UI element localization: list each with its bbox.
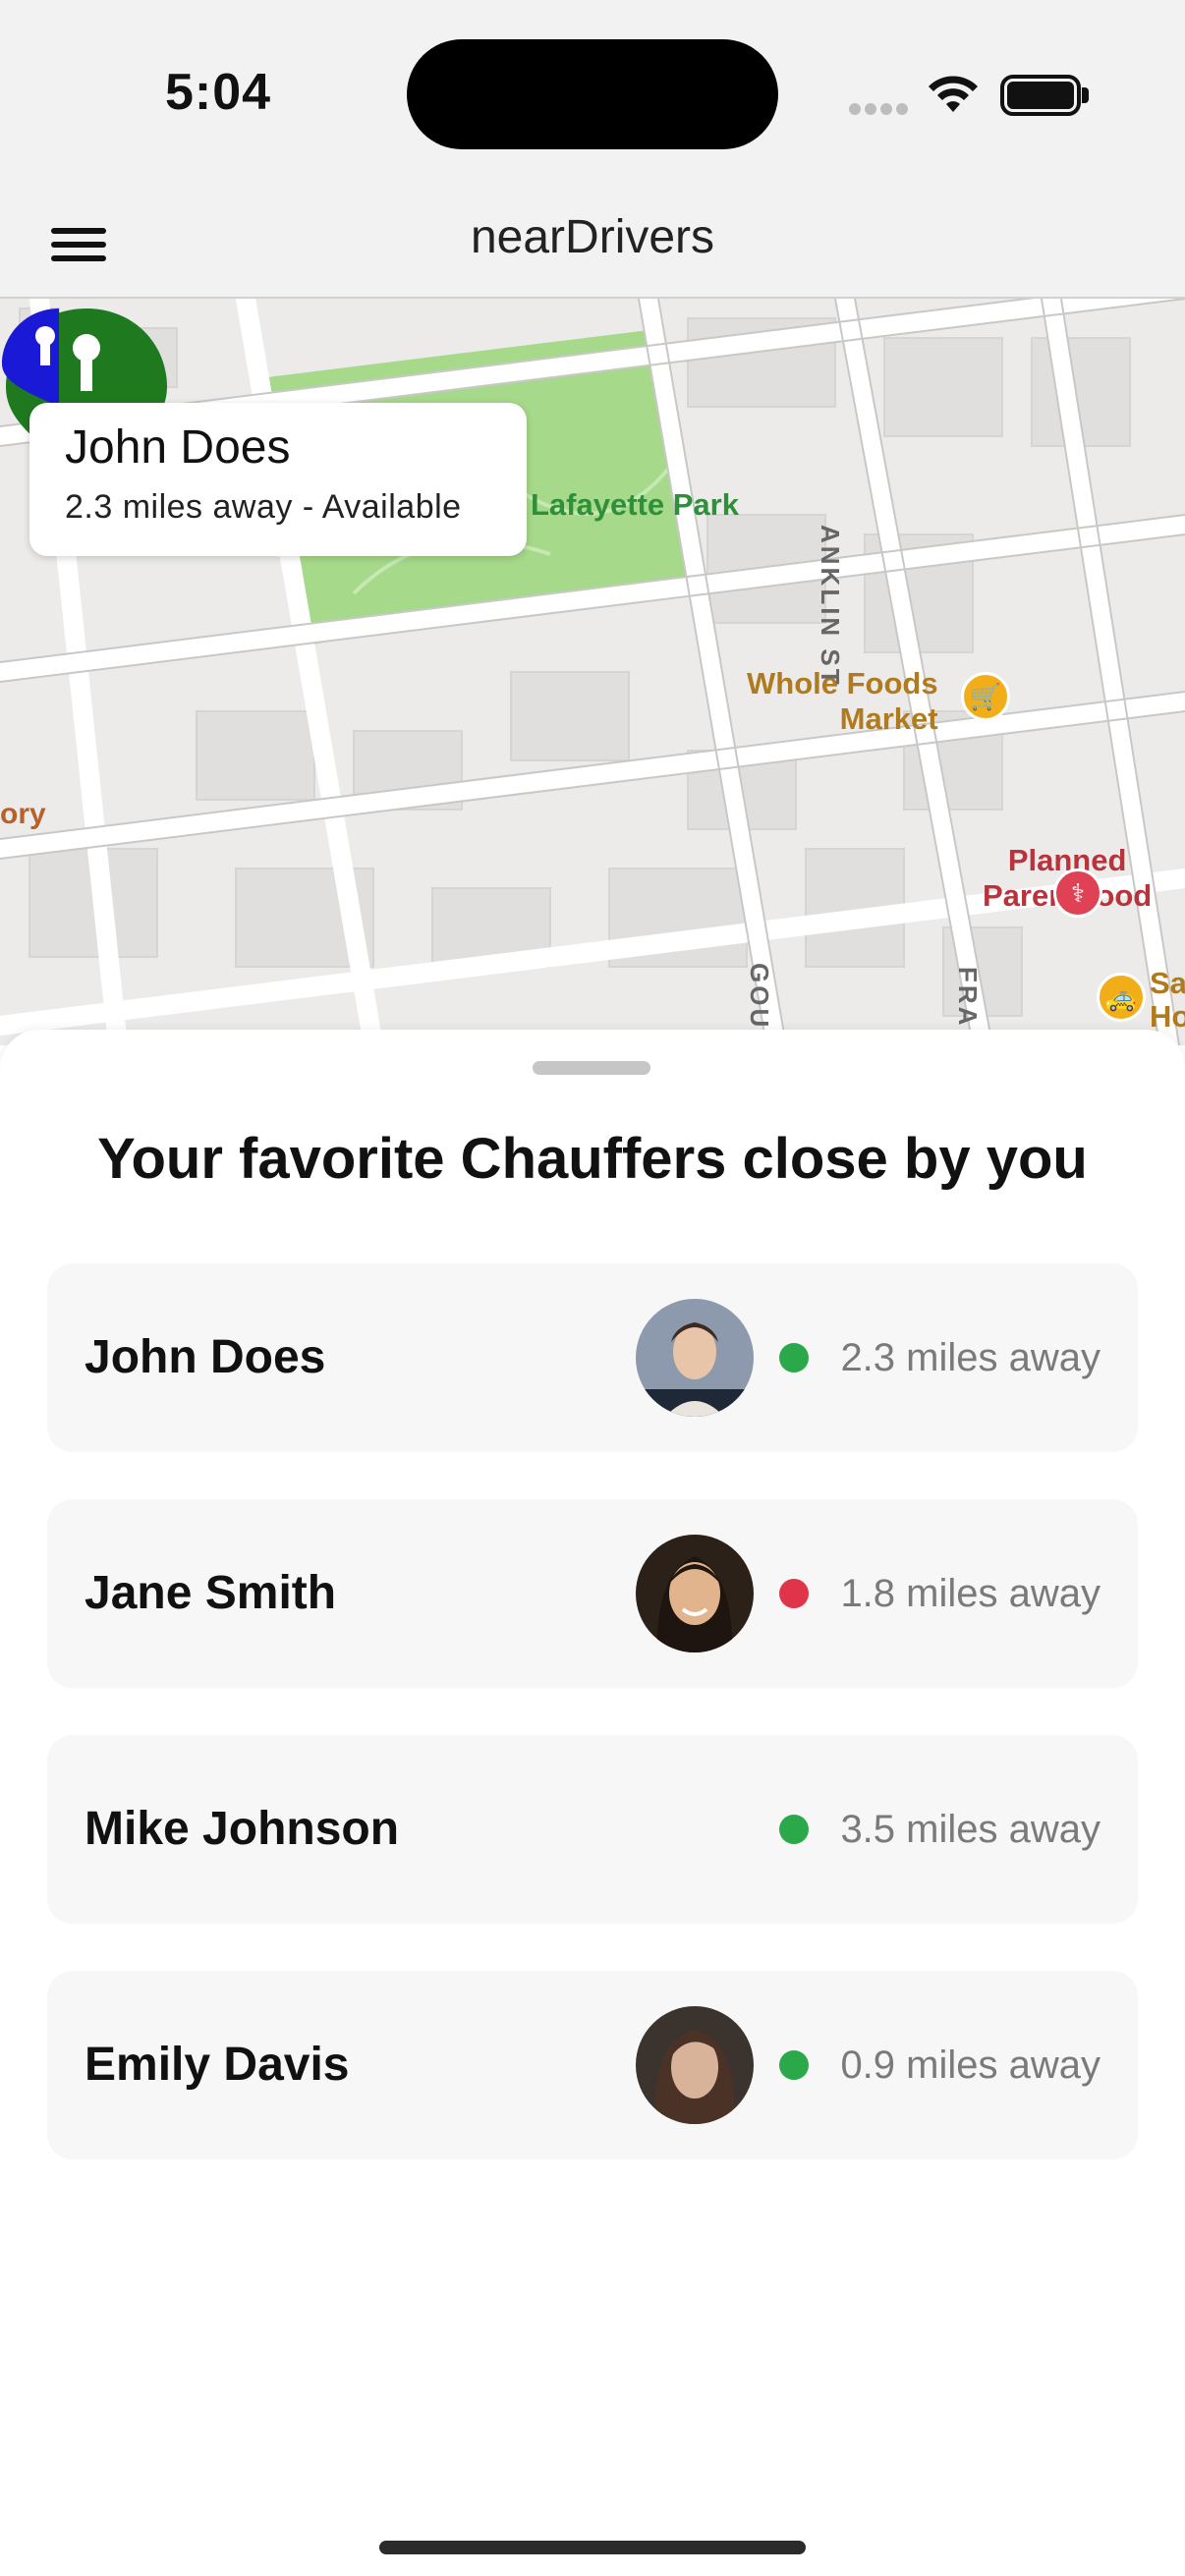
drivers-bottom-sheet: Your favorite Chauffers close by you Joh… (0, 1030, 1185, 2576)
status-bar: 5:04 (0, 0, 1185, 193)
driver-distance: 3.5 miles away (840, 1807, 1100, 1851)
driver-row-john-does[interactable]: John Does 2.3 miles away (47, 1263, 1138, 1452)
driver-name: Jane Smith (85, 1567, 337, 1619)
status-time: 5:04 (165, 64, 272, 121)
street-partial-label: ory (0, 798, 46, 830)
driver-avatar (636, 1535, 755, 1652)
hamburger-menu-icon[interactable] (51, 220, 108, 269)
status-dot-available (779, 1343, 810, 1372)
stethoscope-icon[interactable]: ⚕ (1053, 868, 1102, 918)
status-dot-available (779, 2050, 810, 2080)
nav-title: nearDrivers (470, 211, 715, 263)
driver-name: Emily Davis (85, 2039, 350, 2091)
status-dot-unavailable (779, 1579, 810, 1608)
battery-icon (1000, 75, 1081, 116)
poi-partial-label: Sa Ho (1150, 966, 1185, 1034)
status-dot-available (779, 1815, 810, 1844)
driver-avatar (636, 1299, 755, 1417)
driver-distance: 1.8 miles away (840, 1571, 1100, 1615)
wifi-icon (929, 76, 978, 112)
sheet-title: Your favorite Chauffers close by you (97, 1127, 1088, 1191)
battery-cap (1082, 87, 1089, 103)
street-gough-label: GOU (745, 963, 774, 1031)
home-indicator[interactable] (379, 2541, 806, 2554)
park-label: Lafayette Park (531, 487, 739, 522)
driver-row-jane-smith[interactable]: Jane Smith 1.8 miles away (47, 1499, 1138, 1688)
driver-row-emily-davis[interactable]: Emily Davis 0.9 miles away (47, 1971, 1138, 2159)
driver-list: John Does 2.3 miles away Jane Smith 1.8 … (47, 1263, 1138, 2207)
dynamic-island (407, 39, 778, 149)
driver-callout[interactable]: John Does 2.3 miles away - Available (29, 403, 527, 556)
map-view[interactable]: Lafayette Park Whole Foods Market 🛒 Plan… (0, 299, 1185, 1045)
cellular-signal-icon (849, 102, 912, 120)
callout-driver-name: John Does (65, 421, 291, 474)
street-fra-label: FRA (953, 967, 983, 1029)
driver-name: Mike Johnson (85, 1803, 400, 1855)
driver-name: John Does (85, 1331, 326, 1383)
driver-row-mike-johnson[interactable]: Mike Johnson 3.5 miles away (47, 1735, 1138, 1924)
sheet-grabber-handle[interactable] (533, 1061, 650, 1075)
driver-distance: 0.9 miles away (840, 2043, 1100, 2087)
street-franklin-label: ANKLIN ST (816, 525, 845, 688)
driver-avatar (636, 2006, 755, 2124)
navigation-bar: nearDrivers (0, 193, 1185, 299)
shopping-cart-icon[interactable]: 🛒 (961, 672, 1010, 721)
taxi-icon[interactable]: 🚕 (1097, 973, 1146, 1022)
callout-subtitle: 2.3 miles away - Available (65, 488, 462, 526)
driver-pin-blue-icon[interactable] (0, 299, 59, 407)
driver-distance: 2.3 miles away (840, 1335, 1100, 1379)
